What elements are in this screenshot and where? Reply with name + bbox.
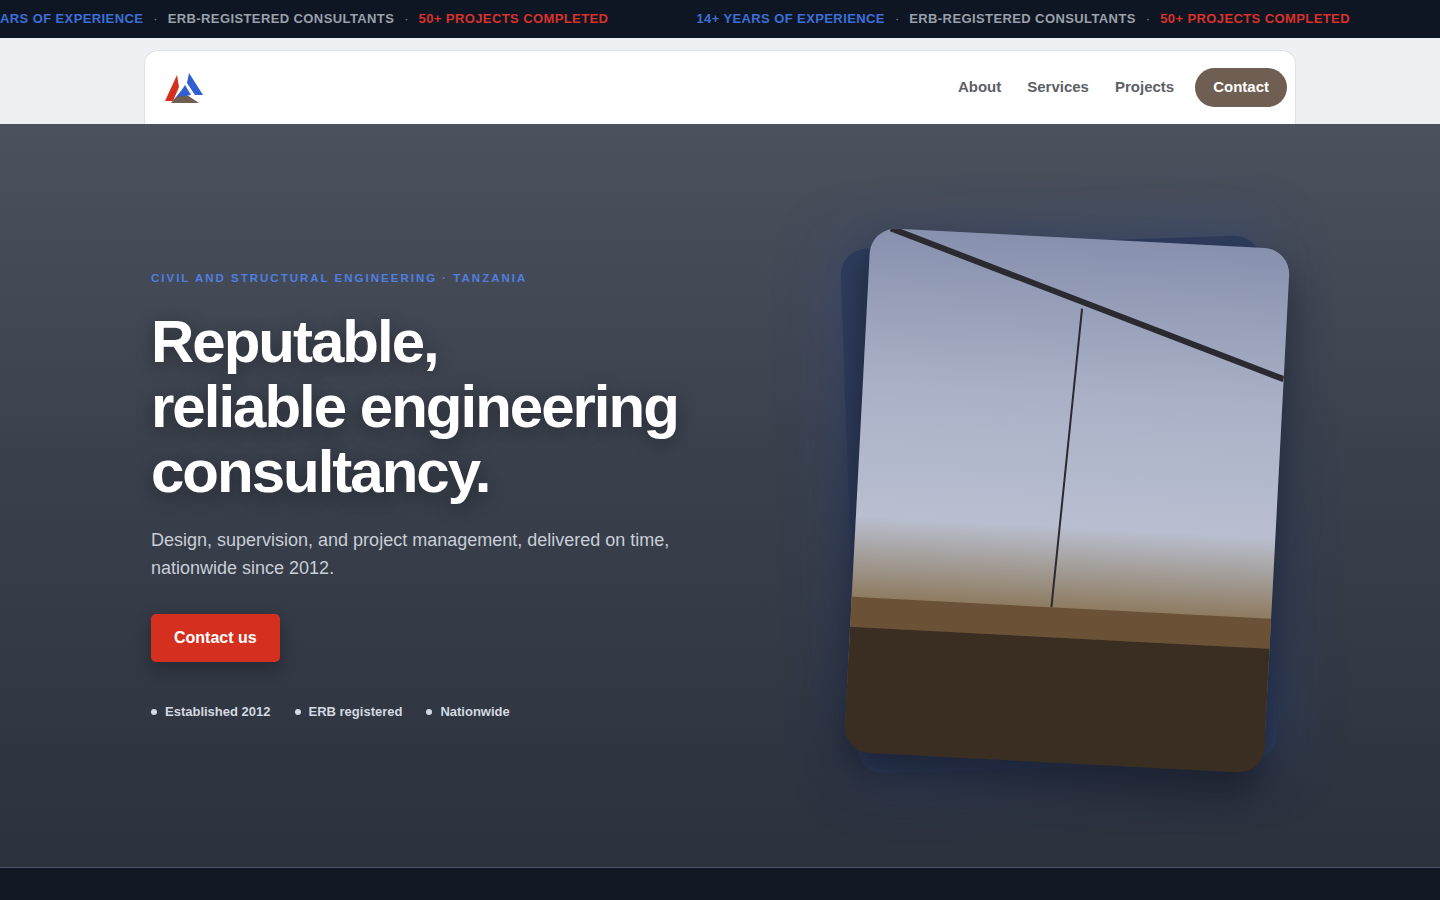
ticker-separator: · [895,9,899,29]
logo-icon[interactable] [163,71,207,105]
header: AboutServicesProjectsContact [0,38,1440,124]
hero: CIVIL AND STRUCTURAL ENGINEERING · TANZA… [0,124,1440,868]
nav-link-item[interactable]: Projects [1102,68,1187,107]
ticker-item: ERB-REGISTERED CONSULTANTS [168,9,395,29]
ticker-group: ARS OF EXPERIENCE · ERB-REGISTERED CONSULT… [0,9,696,29]
ticker-item: ARS OF EXPERIENCE [0,9,143,29]
highlights: Established 2012 ERB registered Nationwide [151,702,849,722]
ticker-bar: ARS OF EXPERIENCE · ERB-REGISTERED CONSULT… [0,0,1440,38]
highlight-item: Established 2012 [151,702,271,722]
headline-line: reliable engineering [151,374,849,439]
subtitle: Design, supervision, and project managem… [151,526,711,582]
ticker-group: 14+ YEARS OF EXPERIENCE · ERB-REGISTERED C… [696,9,1438,29]
bullet-icon [426,709,432,715]
bullet-icon [295,709,301,715]
ticker-separator: · [153,9,157,29]
nav-link-item[interactable]: About [945,68,1014,107]
highlight-item: ERB registered [295,702,403,722]
bullet-icon [151,709,157,715]
ticker-item: 50+ PROJECTS COMPLETED [419,9,609,29]
navbar: AboutServicesProjectsContact [144,50,1296,124]
contact-button[interactable]: Contact [1195,68,1287,107]
contact-us-button[interactable]: Contact us [151,614,280,662]
highlight-label: Established 2012 [165,702,271,722]
hero-photo [849,232,1289,772]
construction-photo [844,227,1291,773]
highlight-label: Nationwide [440,702,509,722]
footer-strip [0,868,1440,900]
ticker-separator: · [1146,9,1150,29]
nav-link-item[interactable]: Services [1014,68,1102,107]
ticker-separator: · [404,9,408,29]
ticker-item: ERB-REGISTERED CONSULTANTS [909,9,1136,29]
ticker-item: 14+ YEARS OF EXPERIENCE [696,9,885,29]
highlight-item: Nationwide [426,702,509,722]
headline-line: consultancy. [151,439,849,504]
eyebrow: CIVIL AND STRUCTURAL ENGINEERING · TANZA… [151,270,849,287]
nav-links: AboutServicesProjectsContact [945,68,1287,107]
headline-line: Reputable, [151,309,849,374]
headline: Reputable,reliable engineeringconsultanc… [151,309,849,504]
hero-text: CIVIL AND STRUCTURAL ENGINEERING · TANZA… [151,270,849,722]
highlight-label: ERB registered [309,702,403,722]
crane-icon [844,227,1291,773]
ticker-item: 50+ PROJECTS COMPLETED [1160,9,1350,29]
